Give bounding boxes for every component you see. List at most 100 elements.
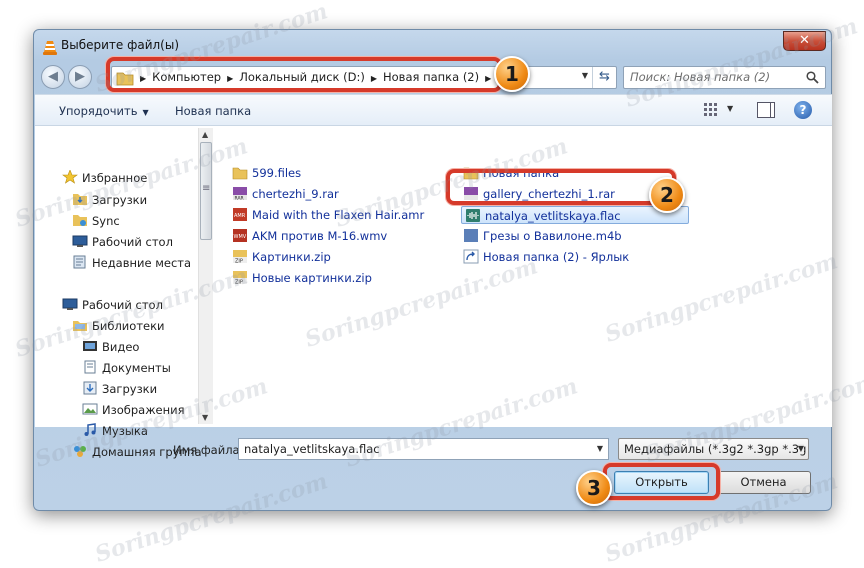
sidebar-item-label: Sync [92, 214, 120, 228]
search-placeholder: Поиск: Новая папка (2) [630, 70, 771, 84]
libraries-icon [73, 321, 87, 331]
sync-folder-icon [73, 215, 87, 226]
file-name: Грезы о Вавилоне.m4b [483, 229, 622, 243]
sidebar-item-downloads-library[interactable]: Загрузки [82, 381, 157, 396]
sidebar-item-label: Недавние места [92, 256, 192, 270]
forward-button[interactable]: ▶ [68, 65, 92, 89]
recent-places-icon [73, 255, 86, 269]
zip-archive-icon: ZIP [233, 271, 247, 286]
folder-icon [232, 167, 248, 180]
navigation-pane: Избранное Загрузки Sync Рабочий стол Нед… [35, 126, 213, 459]
back-arrow-icon: ◀ [48, 69, 58, 84]
file-item[interactable]: WMV AKM против M-16.wmv [232, 227, 387, 245]
new-folder-button[interactable]: Новая папка [175, 104, 251, 118]
callout-badge-3: 3 [576, 470, 612, 506]
file-item[interactable]: ZIP Картинки.zip [232, 248, 331, 266]
svg-text:ZIP: ZIP [235, 280, 243, 286]
close-button[interactable]: ✕ [783, 31, 826, 51]
filename-label: Имя файла: [173, 443, 244, 457]
view-options-icon[interactable] [703, 102, 721, 118]
sidebar-item-libraries[interactable]: Библиотеки [72, 318, 165, 333]
refresh-button[interactable]: ⇆ [592, 67, 616, 88]
sidebar-item-recent-places[interactable]: Недавние места [72, 255, 191, 270]
file-name: Maid with the Flaxen Hair.amr [252, 208, 425, 222]
search-input[interactable]: Поиск: Новая папка (2) [623, 66, 826, 89]
callout-highlight-open [603, 463, 720, 500]
file-type-dropdown-icon[interactable]: ▼ [797, 444, 804, 453]
svg-text:RAR: RAR [235, 196, 244, 202]
chevron-down-icon: ▼ [142, 108, 149, 117]
forward-arrow-icon: ▶ [75, 69, 85, 84]
sidebar-item-downloads[interactable]: Загрузки [72, 192, 147, 207]
sidebar-item-pictures[interactable]: Изображения [82, 402, 185, 417]
window-title: Выберите файл(ы) [61, 38, 180, 52]
address-dropdown-icon[interactable]: ▼ [582, 71, 588, 80]
file-open-dialog: Выберите файл(ы) ✕ ◀ ▶ ▶ Компьютер ▶ Локаль… [33, 29, 832, 511]
sidebar-item-desktop-root[interactable]: Рабочий стол [62, 297, 163, 312]
command-toolbar: Упорядочить ▼ Новая папка ▼ ? [35, 94, 832, 126]
filename-input[interactable]: natalya_vetlitskaya.flac ▼ [238, 438, 609, 460]
desktop-icon [72, 235, 88, 247]
organize-button[interactable]: Упорядочить ▼ [59, 104, 149, 118]
callout-badge-1: 1 [494, 56, 530, 92]
sidebar-item-label: Избранное [82, 171, 148, 185]
cancel-button[interactable]: Отмена [716, 471, 811, 494]
file-name: Картинки.zip [252, 250, 331, 264]
callout-highlight-address [106, 57, 502, 92]
documents-library-icon [84, 360, 96, 374]
pictures-library-icon [82, 403, 98, 415]
help-icon[interactable]: ? [794, 101, 812, 119]
file-name: chertezhi_9.rar [252, 187, 339, 201]
file-item[interactable]: ZIP Новые картинки.zip [232, 269, 372, 287]
svg-text:AMR: AMR [234, 213, 246, 219]
sidebar-item-label: Документы [102, 361, 171, 375]
filename-dropdown-icon[interactable]: ▼ [597, 444, 603, 453]
sidebar-item-favorites[interactable]: Избранное [62, 170, 147, 185]
organize-label: Упорядочить [59, 104, 138, 118]
scroll-thumb[interactable] [200, 142, 212, 240]
file-name: natalya_vetlitskaya.flac [485, 209, 621, 223]
rar-archive-icon: RAR [233, 187, 247, 202]
downloads-library-icon [83, 381, 97, 395]
flac-audio-icon [466, 209, 480, 222]
svg-text:ZIP: ZIP [235, 259, 243, 265]
wmv-video-icon: WMV [233, 229, 247, 242]
shortcut-icon [463, 249, 479, 264]
sidebar-item-label: Загрузки [102, 382, 158, 396]
file-item[interactable]: RAR chertezhi_9.rar [232, 185, 339, 203]
file-name: Новая папка (2) - Ярлык [483, 250, 630, 264]
amr-audio-icon: AMR [233, 208, 247, 221]
sidebar-item-videos[interactable]: Видео [82, 339, 139, 354]
m4b-audiobook-icon [464, 229, 478, 242]
sidebar-item-sync[interactable]: Sync [72, 213, 120, 228]
file-name: AKM против M-16.wmv [252, 229, 388, 243]
sidebar-item-label: Библиотеки [92, 319, 165, 333]
star-icon [62, 170, 78, 184]
svg-text:WMV: WMV [234, 234, 247, 240]
scroll-up-arrow-icon[interactable]: ▲ [202, 130, 208, 139]
back-button[interactable]: ◀ [41, 65, 65, 89]
file-name: Новые картинки.zip [252, 271, 372, 285]
sidebar-item-label: Видео [102, 340, 140, 354]
file-item[interactable]: Грезы о Вавилоне.m4b [463, 227, 622, 245]
file-item[interactable]: 599.files [232, 164, 301, 182]
view-dropdown-icon[interactable]: ▼ [727, 104, 733, 113]
sidebar-item-label: Рабочий стол [92, 235, 173, 249]
title-bar: Выберите файл(ы) ✕ [34, 30, 831, 60]
file-name: 599.files [252, 166, 302, 180]
sidebar-item-label: Загрузки [92, 193, 148, 207]
callout-badge-2: 2 [649, 177, 685, 213]
zip-archive-icon: ZIP [233, 250, 247, 265]
desktop-icon [62, 298, 78, 310]
file-type-select[interactable]: Медиафайлы (*.3g2 *.3gp *.3g ▼ [618, 438, 809, 460]
callout-highlight-file [446, 169, 676, 205]
sidebar-item-documents[interactable]: Документы [82, 360, 171, 375]
file-item[interactable]: AMR Maid with the Flaxen Hair.amr [232, 206, 424, 224]
file-item[interactable]: Новая папка (2) - Ярлык [463, 248, 629, 266]
vlc-cone-icon [43, 41, 57, 55]
navigation-pane-scrollbar[interactable]: ▲ ▼ [198, 128, 213, 424]
preview-pane-icon[interactable] [757, 102, 775, 118]
search-icon [806, 71, 819, 84]
sidebar-item-desktop[interactable]: Рабочий стол [72, 234, 173, 249]
scroll-down-arrow-icon[interactable]: ▼ [202, 413, 208, 422]
